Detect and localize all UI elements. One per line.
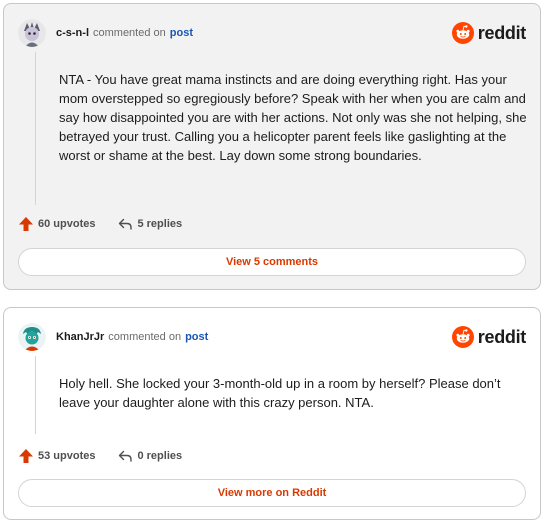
commented-on-text: commented on xyxy=(108,331,182,343)
thread-line xyxy=(35,356,36,434)
reply-stat[interactable]: 0 replies xyxy=(117,448,182,464)
reply-arrow-icon xyxy=(119,218,133,230)
upvote-stat[interactable]: 53 upvotes xyxy=(18,448,95,464)
view-more-button[interactable]: View more on Reddit xyxy=(18,479,526,507)
reply-count: 5 replies xyxy=(137,218,183,230)
username[interactable]: c-s-n-l xyxy=(56,27,89,39)
reddit-wordmark: reddit xyxy=(477,326,527,347)
comment-body: Holy hell. She locked your 3-month-old u… xyxy=(59,376,501,410)
reddit-wordmark: reddit xyxy=(477,22,527,43)
view-comments-button[interactable]: View 5 comments xyxy=(18,248,526,276)
reply-count: 0 replies xyxy=(137,450,183,462)
post-link[interactable]: post xyxy=(170,27,193,39)
comment-card: c-s-n-l commented on post reddit NTA - Y… xyxy=(3,3,541,290)
thread-line xyxy=(35,52,36,205)
comment-body: NTA - You have great mama instincts and … xyxy=(59,72,527,163)
upvote-count: 53 upvotes xyxy=(38,450,96,462)
upvote-arrow-icon xyxy=(19,217,33,231)
comment-header: KhanJrJr commented on post xyxy=(18,320,208,354)
avatar[interactable] xyxy=(18,19,46,47)
reply-arrow-icon xyxy=(119,450,133,462)
upvote-count: 60 upvotes xyxy=(38,218,96,230)
commented-on-text: commented on xyxy=(93,27,166,39)
upvote-stat[interactable]: 60 upvotes xyxy=(18,216,95,232)
upvote-arrow-icon xyxy=(19,449,33,463)
post-link[interactable]: post xyxy=(185,331,208,343)
reddit-logo-icon xyxy=(451,22,474,44)
avatar[interactable] xyxy=(18,323,46,351)
reddit-brand[interactable]: reddit xyxy=(451,22,527,44)
username[interactable]: KhanJrJr xyxy=(56,331,104,343)
reddit-logo-icon xyxy=(451,326,474,348)
comment-stats: 53 upvotes 0 replies xyxy=(18,448,204,464)
reddit-brand[interactable]: reddit xyxy=(451,326,527,348)
comment-header: c-s-n-l commented on post xyxy=(18,16,193,50)
reply-stat[interactable]: 5 replies xyxy=(117,216,182,232)
comment-stats: 60 upvotes 5 replies xyxy=(18,216,204,232)
comment-card: KhanJrJr commented on post reddit Holy h… xyxy=(3,307,541,520)
